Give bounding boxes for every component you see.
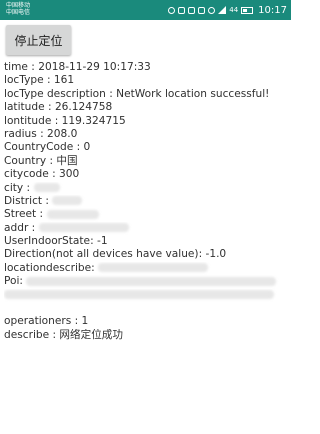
- info-locationdescribe-row: locationdescribe:: [4, 262, 288, 275]
- info-street: Street :: [4, 208, 47, 221]
- carrier-line-2: 中国电信: [6, 9, 31, 16]
- status-icons: 44 10:17: [168, 4, 287, 16]
- status-time: 10:17: [258, 4, 287, 16]
- info-district: District :: [4, 194, 53, 207]
- info-citycode: citycode : 300: [4, 168, 80, 181]
- vibrate-icon: [198, 6, 206, 14]
- battery-level: 44: [229, 6, 239, 14]
- status-bar: 中国移动 中国电信 44 10:17: [0, 0, 291, 20]
- carrier-line-1: 中国移动: [6, 2, 31, 9]
- notification-icon: [188, 6, 196, 14]
- info-operationers: operationers : 1: [4, 315, 89, 328]
- info-poi-row: Poi:: [4, 275, 288, 288]
- info-street-row: Street :: [4, 208, 288, 221]
- stop-location-button[interactable]: 停止定位: [6, 25, 71, 55]
- info-country-code: CountryCode : 0: [4, 141, 91, 154]
- carrier-info: 中国移动 中国电信: [6, 2, 46, 16]
- info-addr-row: addr :: [4, 222, 288, 235]
- location-info: time : 2018-11-29 10:17:33 locType : 161…: [4, 61, 288, 342]
- info-poi-continued: [4, 289, 288, 302]
- info-describe: describe : 网络定位成功: [4, 328, 123, 341]
- info-addr: addr :: [4, 221, 39, 234]
- location-icon: [168, 6, 176, 14]
- signal-icon: [218, 6, 227, 14]
- info-country: Country : 中国: [4, 154, 78, 167]
- wifi-icon: [208, 6, 216, 14]
- info-city-row: city :: [4, 182, 288, 195]
- battery-icon: [241, 6, 254, 14]
- image-icon: [178, 6, 186, 14]
- redacted-blur: [98, 263, 209, 273]
- redacted-blur: [26, 276, 277, 286]
- redacted-blur: [33, 183, 60, 193]
- info-lontitude: lontitude : 119.324715: [4, 114, 126, 127]
- info-time: time : 2018-11-29 10:17:33: [4, 61, 151, 73]
- redacted-blur: [46, 209, 99, 219]
- info-latitude: latitude : 26.124758: [4, 101, 113, 114]
- info-radius: radius : 208.0: [4, 127, 78, 140]
- info-city: city :: [4, 181, 34, 194]
- info-direction: Direction(not all devices have value): -…: [4, 248, 227, 261]
- redacted-blur: [52, 196, 83, 206]
- info-loctype: locType : 161: [4, 74, 75, 87]
- info-locationdescribe: locationdescribe:: [4, 261, 99, 274]
- info-poi: Poi:: [4, 275, 27, 288]
- info-loctype-description: locType description : NetWork location s…: [4, 87, 270, 100]
- redacted-blur: [38, 223, 129, 233]
- info-user-indoor-state: UserIndoorState: -1: [4, 235, 108, 248]
- info-district-row: District :: [4, 195, 288, 208]
- redacted-blur: [4, 290, 274, 300]
